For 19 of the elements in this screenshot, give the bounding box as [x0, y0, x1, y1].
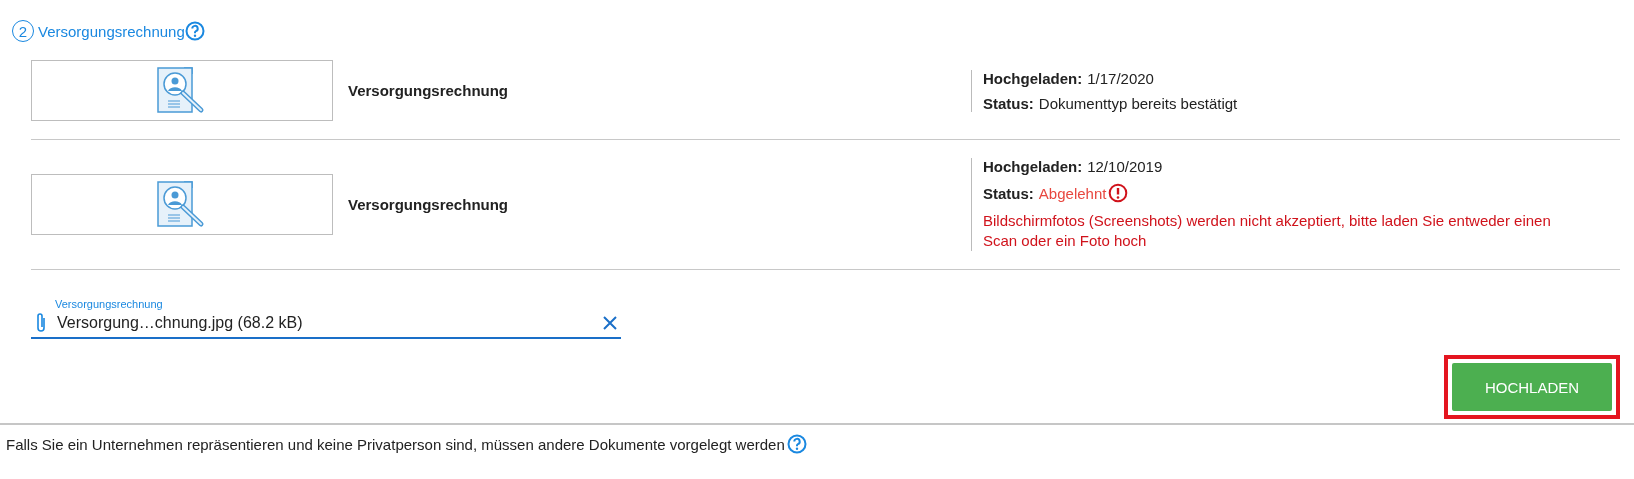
paperclip-icon	[35, 312, 47, 334]
status-value: Abgelehnt	[1038, 184, 1107, 202]
document-name: Versorgungsrechnung	[347, 196, 510, 213]
footer-note: Falls Sie ein Unternehmen repräsentieren und keine Privatperson sind, müssen andere Dokumente vorgelegt werden	[6, 435, 785, 453]
warning-icon	[1108, 183, 1129, 203]
error-message: Bildschirmfotos (Screenshots) werden nicht akzeptiert, bitte laden Sie entweder einen Scan oder ein Foto hoch	[983, 211, 1552, 251]
file-input-field[interactable]: Versorgungsrechnung Versorgung…chnung.jpg (68.2 kB)	[31, 298, 621, 339]
help-icon[interactable]	[184, 21, 205, 41]
document-name: Versorgungsrechnung	[347, 82, 510, 99]
uploaded-label: Hochgeladen:	[983, 158, 1083, 175]
status-value: Dokumenttyp bereits bestätigt	[1038, 94, 1238, 112]
help-icon[interactable]	[786, 434, 807, 454]
status-label: Status:	[983, 94, 1034, 112]
status-label: Status:	[983, 184, 1034, 202]
uploaded-date: 12/10/2019	[1087, 158, 1163, 175]
close-icon[interactable]	[603, 316, 617, 330]
section-title: Versorgungsrechnung	[38, 22, 185, 40]
uploaded-label: Hochgeladen:	[983, 69, 1083, 87]
uploaded-date: 1/17/2020	[1087, 69, 1154, 87]
